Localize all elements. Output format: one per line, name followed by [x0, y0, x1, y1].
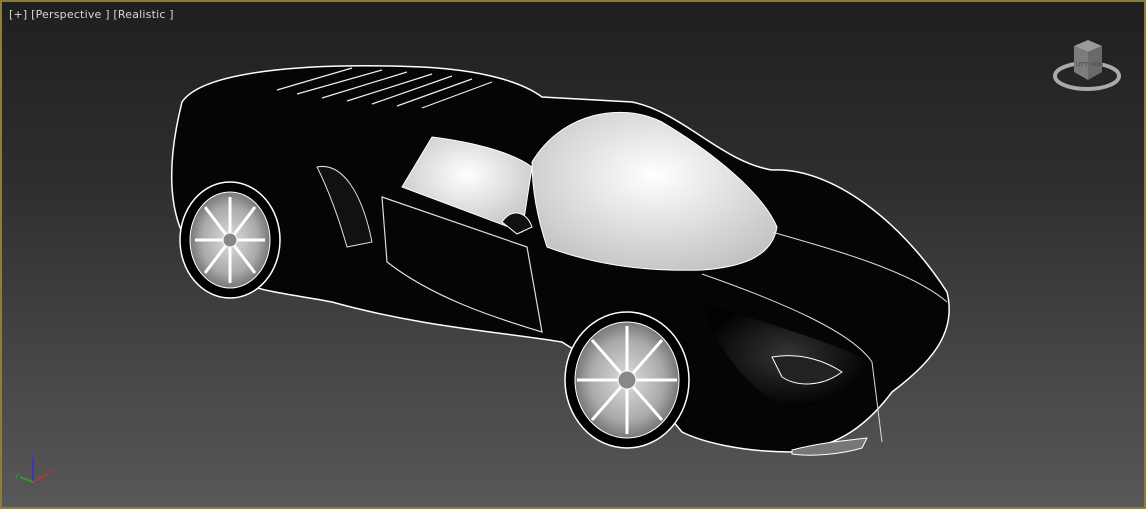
- viewcube[interactable]: LEFT FRONT: [1052, 36, 1122, 96]
- windshield: [531, 111, 778, 271]
- x-axis-label: x: [48, 467, 52, 475]
- front-wheel: [564, 311, 690, 449]
- z-axis-label: z: [30, 451, 34, 459]
- y-axis-label: y: [15, 471, 19, 479]
- axis-tripod: z x y: [15, 451, 52, 483]
- perspective-viewport[interactable]: [+] [Perspective ] [Realistic ] LEFT FRO…: [0, 0, 1146, 509]
- viewcube-label-left: LEFT: [1076, 62, 1089, 68]
- car-model[interactable]: [2, 2, 1144, 507]
- viewcube-label-front: FRONT: [1090, 62, 1104, 67]
- rear-wheel: [179, 181, 281, 299]
- x-axis: [32, 473, 49, 483]
- y-axis: [19, 476, 34, 483]
